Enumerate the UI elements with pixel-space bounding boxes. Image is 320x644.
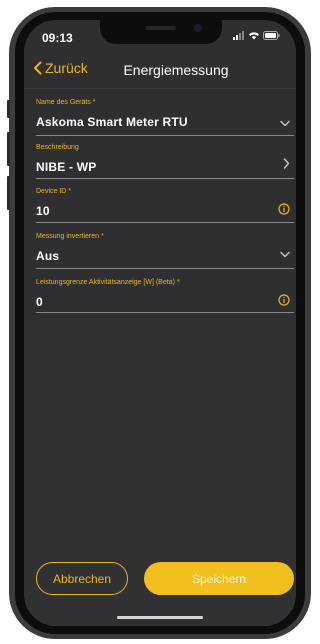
page-title: Energiemessung [123, 62, 229, 78]
status-icons [233, 31, 280, 40]
field-label: Leistungsgrenze Aktivitätsanzeige [W] (B… [36, 279, 180, 286]
cancel-button[interactable]: Abbrechen [36, 562, 128, 595]
mute-switch [7, 100, 10, 118]
field-underline [36, 135, 294, 136]
device-id-field[interactable]: Device ID * 10 [36, 188, 294, 223]
field-value: 10 [36, 204, 50, 218]
volume-up-button [7, 132, 10, 166]
field-label: Name des Geräts * [36, 99, 96, 106]
volume-down-button [7, 176, 10, 210]
field-underline [36, 268, 294, 269]
front-camera [194, 24, 202, 32]
notch [100, 20, 222, 44]
field-label: Messung invertieren * [36, 233, 104, 240]
app-screen: 09:13 Zurück Energiemessung Name des Ger… [24, 20, 296, 626]
power-limit-field[interactable]: Leistungsgrenze Aktivitätsanzeige [W] (B… [36, 279, 294, 313]
field-underline [36, 312, 294, 313]
invert-measurement-field[interactable]: Messung invertieren * Aus [36, 233, 294, 269]
nav-divider [24, 88, 296, 89]
speaker-grill [146, 26, 176, 30]
device-name-field[interactable]: Name des Geräts * Askoma Smart Meter RTU [36, 99, 294, 136]
description-field[interactable]: Beschreibung NIBE - WP [36, 144, 294, 179]
signal-icon [233, 31, 245, 40]
battery-icon [263, 31, 280, 40]
chevron-down-icon [280, 114, 290, 132]
navigation-bar: Zurück Energiemessung [24, 54, 296, 86]
field-underline [36, 178, 294, 179]
field-label: Beschreibung [36, 144, 79, 151]
info-icon[interactable] [278, 202, 290, 220]
save-button[interactable]: Speichern [144, 562, 294, 595]
field-value: NIBE - WP [36, 160, 97, 174]
chevron-down-icon [280, 245, 290, 263]
home-indicator[interactable] [117, 616, 203, 619]
field-label: Device ID * [36, 188, 72, 195]
status-time: 09:13 [42, 31, 73, 45]
field-value: Askoma Smart Meter RTU [36, 115, 188, 129]
info-icon[interactable] [278, 293, 290, 311]
field-underline [36, 222, 294, 223]
field-value: 0 [36, 295, 43, 309]
wifi-icon [248, 31, 260, 40]
chevron-right-icon [283, 156, 290, 174]
field-value: Aus [36, 249, 60, 263]
